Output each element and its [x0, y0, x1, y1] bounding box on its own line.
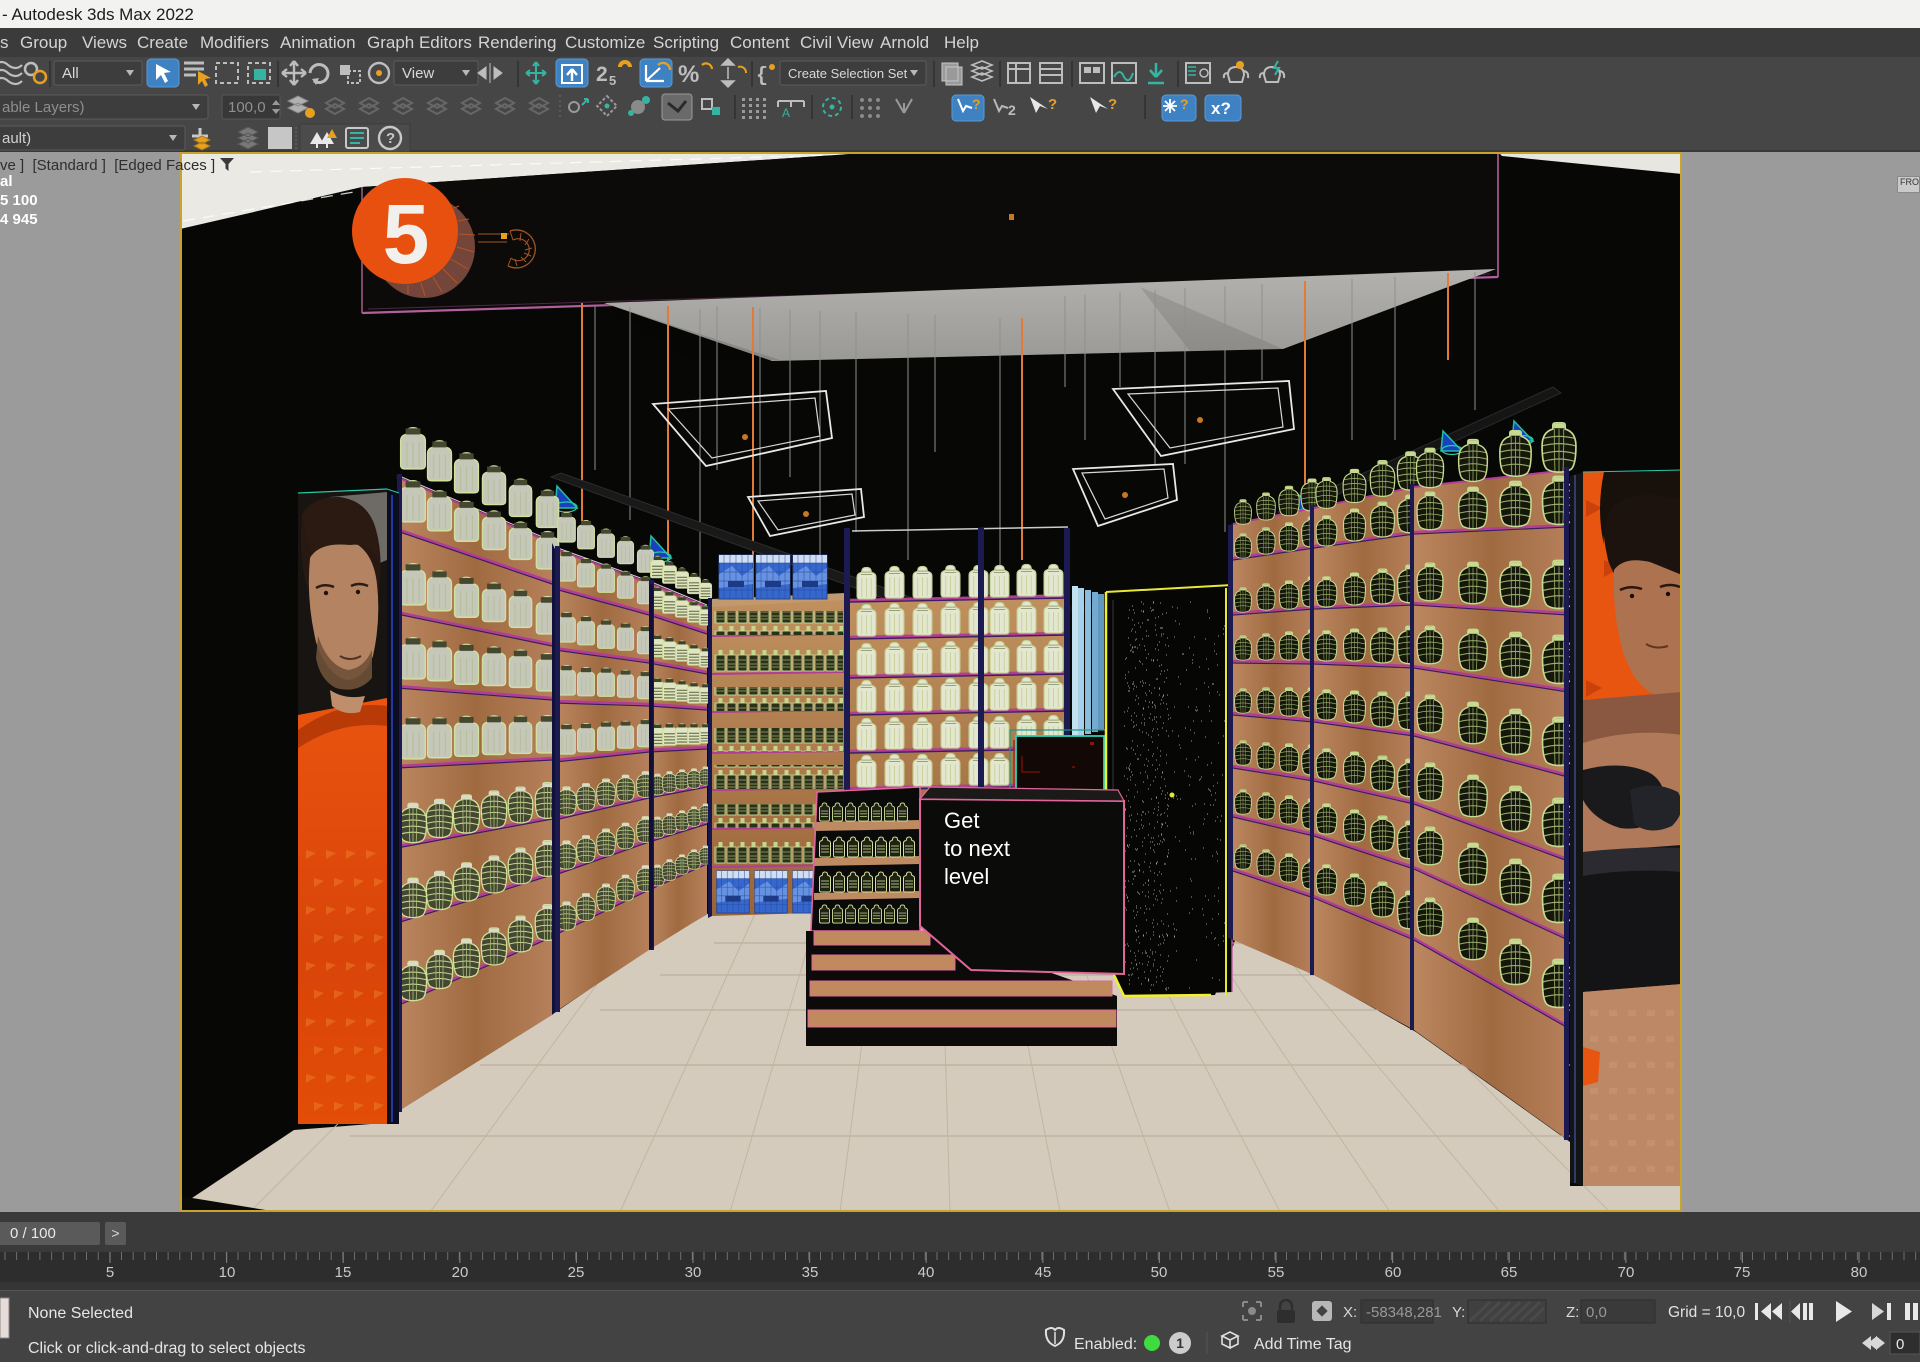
- svg-text:View: View: [402, 65, 434, 82]
- svg-text:50: 50: [1151, 1264, 1168, 1281]
- svg-text:45: 45: [1035, 1264, 1052, 1281]
- svg-text:10: 10: [219, 1264, 236, 1281]
- svg-text:70: 70: [1618, 1264, 1635, 1281]
- svg-text:2: 2: [1008, 102, 1016, 118]
- svg-text:80: 80: [1851, 1264, 1868, 1281]
- svg-text:25: 25: [568, 1264, 585, 1281]
- svg-text:75: 75: [1734, 1264, 1751, 1281]
- svg-text:?: ?: [972, 96, 981, 112]
- svg-text:Y:: Y:: [1452, 1304, 1465, 1321]
- svg-text:Z:: Z:: [1566, 1304, 1579, 1321]
- svg-text:x?: x?: [1211, 99, 1231, 118]
- svg-text:2: 2: [596, 63, 608, 86]
- svg-text:40: 40: [918, 1264, 935, 1281]
- svg-text:5: 5: [383, 187, 430, 281]
- svg-text:A: A: [782, 106, 790, 120]
- svg-text:X:: X:: [1343, 1304, 1357, 1321]
- svg-text:Grid = 10,0: Grid = 10,0: [1668, 1304, 1745, 1321]
- svg-text:35: 35: [802, 1264, 819, 1281]
- svg-text:Get: Get: [944, 808, 979, 833]
- svg-text:30: 30: [685, 1264, 702, 1281]
- svg-text:{: {: [756, 65, 768, 88]
- svg-text:Click or click-and-drag to sel: Click or click-and-drag to select object…: [28, 1340, 305, 1357]
- svg-text:Add Time Tag: Add Time Tag: [1254, 1336, 1352, 1353]
- svg-text:level: level: [944, 864, 989, 889]
- svg-text:60: 60: [1385, 1264, 1402, 1281]
- svg-text:0: 0: [1896, 1336, 1904, 1353]
- svg-text:%: %: [678, 61, 699, 88]
- svg-text:Create Selection Set: Create Selection Set: [788, 66, 908, 81]
- svg-text:to next: to next: [944, 836, 1010, 861]
- svg-text:5: 5: [609, 73, 616, 88]
- svg-text:?: ?: [386, 130, 395, 147]
- svg-text:?: ?: [1108, 96, 1117, 113]
- svg-text:?: ?: [1048, 96, 1057, 113]
- svg-text:5: 5: [106, 1264, 114, 1281]
- svg-text:100,0: 100,0: [228, 99, 266, 116]
- svg-text:15: 15: [335, 1264, 352, 1281]
- svg-text:1: 1: [1176, 1335, 1184, 1351]
- svg-text:None Selected: None Selected: [28, 1305, 133, 1322]
- svg-text:55: 55: [1268, 1264, 1285, 1281]
- svg-text:-58348,281: -58348,281: [1366, 1304, 1442, 1321]
- svg-text:Enabled:: Enabled:: [1074, 1336, 1137, 1353]
- svg-text:20: 20: [452, 1264, 469, 1281]
- svg-text:All: All: [62, 65, 79, 82]
- svg-text:?: ?: [1180, 96, 1189, 112]
- svg-text:ault): ault): [2, 130, 31, 147]
- svg-text:0,0: 0,0: [1586, 1304, 1607, 1321]
- svg-text:able Layers): able Layers): [2, 99, 85, 116]
- svg-text:65: 65: [1501, 1264, 1518, 1281]
